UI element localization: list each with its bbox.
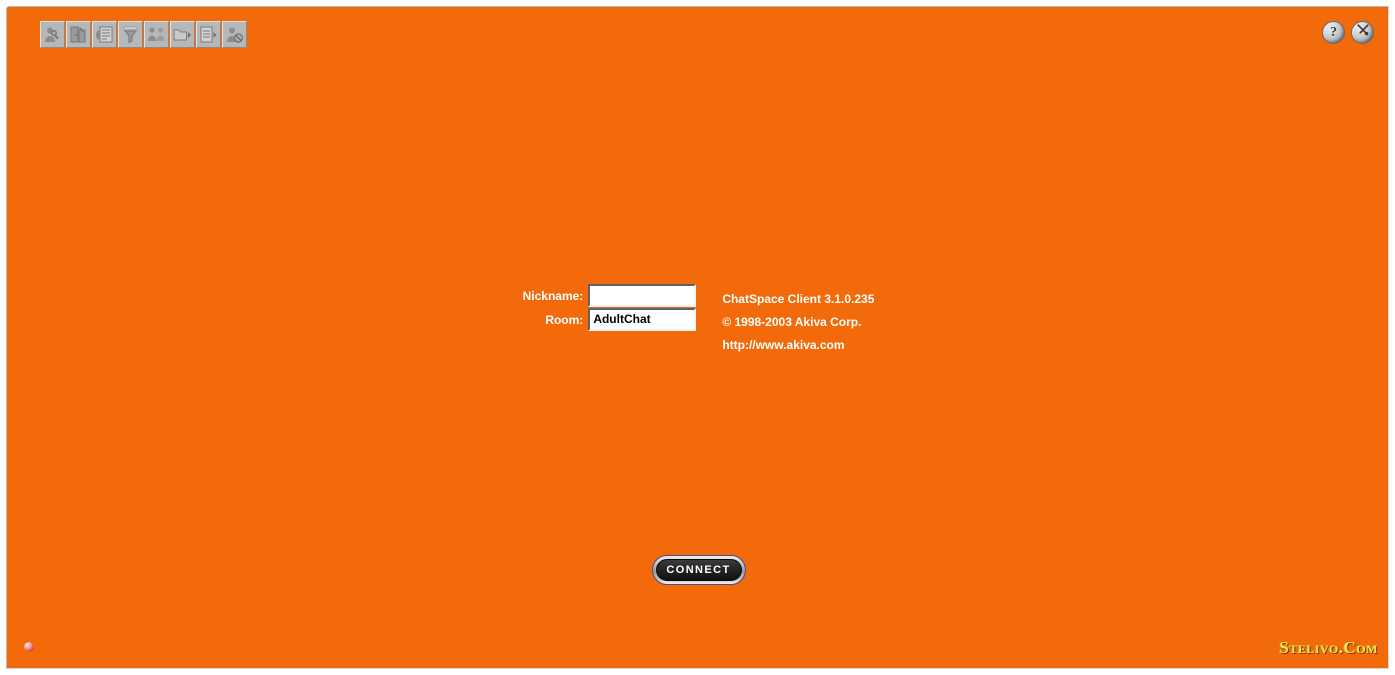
- toolbar-button-users[interactable]: [144, 21, 169, 48]
- filter-icon: [121, 25, 140, 44]
- toolbar-button-filter[interactable]: [118, 21, 143, 48]
- user-settings-icon: [43, 25, 62, 44]
- client-frame: ? Nickname: Room: AdultChat ChatSpace Cl…: [6, 6, 1389, 669]
- client-version-text: ChatSpace Client 3.1.0.235: [722, 292, 875, 306]
- brand-logo: Stelivo.Com: [1279, 638, 1378, 657]
- toolbar: [40, 21, 247, 48]
- login-inner: Nickname: Room: ChatSpace Client 3.1.0.2…: [523, 284, 874, 357]
- toolbar-button-ignore[interactable]: [222, 21, 247, 48]
- room-label: Room:: [545, 312, 584, 327]
- users-icon: [147, 25, 166, 44]
- nickname-input[interactable]: [588, 284, 697, 307]
- toolbar-button-user-settings[interactable]: [40, 21, 65, 48]
- room-input[interactable]: [588, 308, 697, 331]
- ignore-user-icon: [225, 25, 244, 44]
- chatspace-client-window: ? Nickname: Room: AdultChat ChatSpace Cl…: [0, 0, 1395, 675]
- connect-button[interactable]: CONNECT: [651, 555, 746, 585]
- connection-status-light: [24, 642, 34, 652]
- tools-icon: [1356, 23, 1370, 42]
- folder-menu-icon: [173, 25, 192, 44]
- message-list-icon: [95, 25, 114, 44]
- toolbar-button-messages[interactable]: [92, 21, 117, 48]
- login-panel: Nickname: Room: ChatSpace Client 3.1.0.2…: [7, 284, 1388, 357]
- connect-button-area: CONNECT: [7, 555, 1388, 585]
- toolbar-button-room-settings[interactable]: [66, 21, 91, 48]
- connect-button-label: CONNECT: [666, 564, 731, 576]
- notepad-menu-icon: [199, 25, 218, 44]
- toolbar-button-logs[interactable]: [196, 21, 221, 48]
- help-icon: ?: [1330, 24, 1337, 40]
- room-settings-icon: [69, 25, 88, 44]
- login-form: Nickname: Room:: [523, 284, 697, 331]
- client-info-block: ChatSpace Client 3.1.0.235 © 1998-2003 A…: [722, 284, 874, 357]
- toolbar-button-rooms[interactable]: [170, 21, 195, 48]
- help-button[interactable]: ?: [1322, 21, 1345, 44]
- top-right-button-group: ?: [1322, 21, 1374, 44]
- nickname-label: Nickname:: [522, 288, 584, 303]
- tools-button[interactable]: [1351, 21, 1374, 44]
- vendor-url-text: http://www.akiva.com: [722, 338, 845, 352]
- connect-button-face: CONNECT: [655, 559, 742, 581]
- copyright-text: © 1998-2003 Akiva Corp.: [722, 315, 862, 329]
